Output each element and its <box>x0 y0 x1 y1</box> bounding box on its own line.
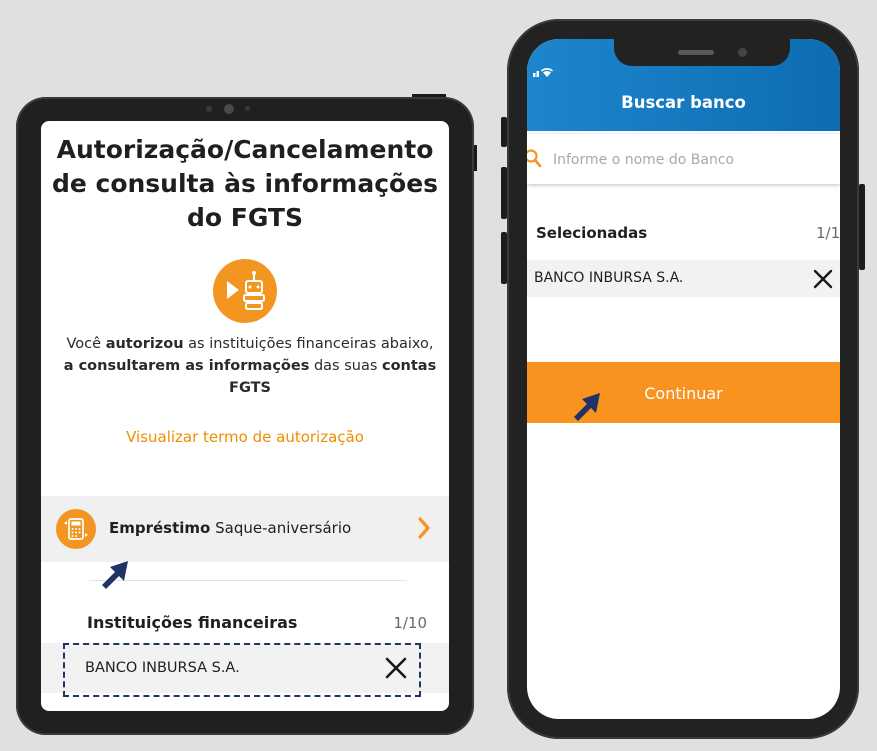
remove-bank-close-icon[interactable] <box>813 269 833 293</box>
institutions-label: Instituições financeiras <box>87 613 298 632</box>
phone-mute-switch <box>501 117 507 147</box>
selected-bank-name: BANCO INBURSA S.A. <box>534 270 684 286</box>
tablet-screen: Autorização/Cancelamento de consulta às … <box>41 121 449 711</box>
desc-text-3: das suas <box>309 358 382 374</box>
authorization-description: Você autorizou as instituições financeir… <box>61 333 439 399</box>
front-camera <box>738 48 747 57</box>
loan-calculator-icon <box>56 509 96 549</box>
header-title: Buscar banco <box>621 93 746 112</box>
phone-power-button <box>859 184 865 270</box>
loan-label-bold: Empréstimo <box>109 519 211 537</box>
page-title: Autorização/Cancelamento de consulta às … <box>51 135 439 232</box>
tablet-device: Autorização/Cancelamento de consulta às … <box>16 94 477 735</box>
status-bar <box>533 63 567 82</box>
loan-label-rest: Saque-aniversário <box>210 519 352 537</box>
view-authorization-terms-link[interactable]: Visualizar termo de autorização <box>41 428 449 446</box>
tablet-side-button <box>474 145 477 171</box>
fgts-authorization-icon <box>213 259 277 323</box>
tablet-sensor <box>206 106 212 112</box>
selected-label: Selecionadas <box>536 224 648 242</box>
search-bar <box>527 134 840 184</box>
loan-label: Empréstimo Saque-aniversário <box>109 519 351 537</box>
phone-screen: Buscar banco Selecionadas 1/1 <box>527 39 840 719</box>
phone-speaker <box>678 50 714 55</box>
phone-notch <box>614 39 790 66</box>
desc-bold-1: autorizou <box>105 336 184 352</box>
desc-text-1: Você <box>66 336 106 352</box>
divider <box>89 580 407 581</box>
bank-search-input[interactable] <box>551 146 825 174</box>
highlight-dashed-box <box>63 643 421 697</box>
tablet-camera <box>224 104 234 114</box>
chevron-right-icon <box>417 516 431 544</box>
selected-count: 1/1 <box>816 224 840 242</box>
institutions-count: 1/10 <box>393 614 427 632</box>
search-icon <box>527 149 545 173</box>
cursor-arrow-icon <box>98 558 132 596</box>
tablet-sensor-2 <box>245 106 250 111</box>
loan-saque-aniversario-row[interactable]: Empréstimo Saque-aniversário <box>41 496 449 562</box>
cursor-arrow-icon <box>570 390 604 428</box>
phone-volume-up <box>501 167 507 219</box>
phone-device: Buscar banco Selecionadas 1/1 <box>501 19 865 739</box>
desc-text-2: as instituições financeiras abaixo, <box>183 336 434 352</box>
desc-bold-2: a consultarem as informações <box>63 358 310 374</box>
tablet-top-button <box>412 94 446 97</box>
selected-bank-row: BANCO INBURSA S.A. <box>527 260 840 297</box>
phone-volume-down <box>501 232 507 284</box>
wifi-icon <box>543 70 551 77</box>
